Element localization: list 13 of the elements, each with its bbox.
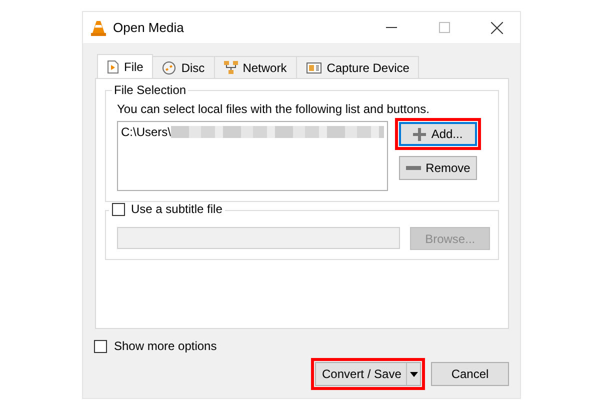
hint-text: You can select local files with the following list and buttons. bbox=[117, 102, 430, 116]
tab[interactable]: Capture Device bbox=[296, 56, 420, 78]
file-path[interactable]: C:\Users\ bbox=[121, 125, 172, 139]
checkbox-label: Show more options bbox=[114, 339, 217, 353]
cancel-button[interactable]: Cancel bbox=[431, 362, 509, 386]
file-list[interactable]: C:\Users\ bbox=[117, 121, 388, 191]
tab[interactable]: File bbox=[97, 54, 154, 78]
group-title: File Selection bbox=[112, 83, 188, 97]
checkbox-label: Use a subtitle file bbox=[131, 202, 222, 216]
window-title: Open Media bbox=[113, 20, 185, 35]
convert-save-button[interactable]: Convert / Save bbox=[315, 362, 421, 386]
add-button[interactable]: Add... bbox=[399, 122, 477, 146]
remove-button[interactable]: Remove bbox=[399, 156, 477, 180]
